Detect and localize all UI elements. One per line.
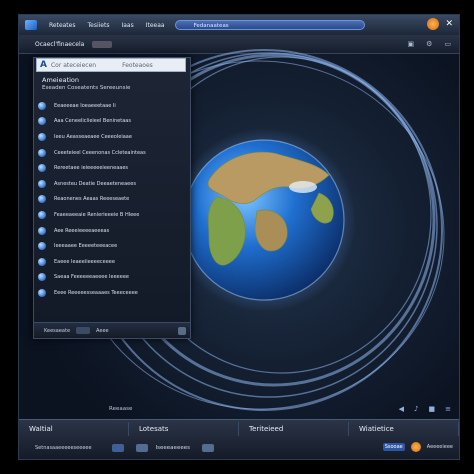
- globe-icon: [38, 273, 46, 282]
- volume-icon[interactable]: ♪: [414, 405, 418, 413]
- globe-icon: [38, 242, 46, 251]
- list-item[interactable]: Feaeeaeeaie Renierieeeie B Hleee: [38, 207, 186, 223]
- menu-item-2[interactable]: Tesiiets: [87, 22, 109, 29]
- chart-icon[interactable]: [135, 444, 148, 452]
- globe-icon: [38, 148, 46, 157]
- status-label: Reeaase: [109, 406, 133, 412]
- stop-icon[interactable]: ■: [429, 405, 436, 413]
- list-item[interactable]: Ieeeaaee Eeeeeteeeacee: [38, 238, 186, 254]
- footer-label-2[interactable]: Aeee: [96, 328, 109, 334]
- bottom-right: Ssooae Aeeeeieee: [382, 442, 453, 452]
- top-search-field[interactable]: Fedanaateas: [174, 20, 365, 30]
- address-bar: Ocaecl'finaecela ▣ ⚙ ▭: [19, 35, 459, 54]
- app-window: Reteates Tesiiets Iaas Iteeaa Fedanaatea…: [18, 14, 460, 460]
- globe-icon: [38, 179, 46, 188]
- address-text[interactable]: Ocaecl'finaecela: [35, 41, 84, 48]
- bottom-tabs: WaItial Lotesats Teriteieed Wiatietice: [19, 422, 459, 436]
- bottom-row: Setnasaaeeeeeseeeee Iseeeaeeees Ssooae A…: [19, 438, 459, 458]
- globe-icon: [38, 117, 46, 126]
- list-item[interactable]: Asnesteu Deatie Deeaeteneaees: [38, 176, 186, 192]
- bottom-label: Iseeeaeeees: [155, 445, 190, 451]
- footer-chip[interactable]: [76, 327, 91, 334]
- firefox-icon[interactable]: [410, 442, 421, 452]
- bottom-bar: WaItial Lotesats Teriteieed Wiatietice S…: [19, 419, 459, 459]
- tab-2[interactable]: Lotesats: [129, 422, 239, 436]
- status-strip: Reeaase ◀ ♪ ■ ≡: [19, 397, 459, 421]
- search-placeholder: Cor ateceiecen: [50, 61, 97, 69]
- action-button[interactable]: Ssooae: [382, 443, 405, 451]
- window-icon[interactable]: ▣: [407, 40, 414, 48]
- gear-icon[interactable]: ⚙: [426, 40, 432, 48]
- list-item[interactable]: Ieeu Aeasseaeaee Ceeeoleiaae: [38, 129, 186, 145]
- list-item[interactable]: Rereetaee ieieeeeeieeneaaes: [38, 160, 186, 176]
- globe-icon: [38, 195, 46, 204]
- screen-icon[interactable]: ▭: [444, 40, 451, 48]
- folder-icon[interactable]: [111, 444, 124, 452]
- panel-search-input[interactable]: A Cor ateceiecen Feoteaoes: [36, 58, 186, 72]
- list-item[interactable]: Aee Reeeieeeeaeeeas: [38, 223, 186, 239]
- list-item[interactable]: Eeaeeeae Ioeaeeetaae Ii: [38, 98, 186, 114]
- globe-icon: [38, 101, 46, 110]
- search-letter-icon: A: [40, 60, 47, 70]
- list-item[interactable]: Ceeeteieel Ceeenonas Ccleteainteas: [38, 145, 186, 161]
- panel-title: Ameieation: [42, 76, 80, 84]
- panel-subtitle: Eseaden Coseatents Sereeunsie: [42, 85, 131, 91]
- menu-item-1[interactable]: Reteates: [49, 22, 75, 29]
- list-item[interactable]: Eaeee Ieaeeiieeeeceeee: [38, 254, 186, 270]
- settings-icon[interactable]: [201, 444, 214, 452]
- app-logo-icon[interactable]: [25, 20, 37, 30]
- bottom-right-label: Aeeeeieee: [426, 444, 453, 450]
- globe-icon: [38, 210, 46, 219]
- globe-icon: [38, 288, 46, 297]
- menu-item-4[interactable]: Iteeaa: [146, 22, 165, 29]
- globe-icon: [38, 132, 46, 141]
- globe-icon: [38, 226, 46, 235]
- footer-label-1[interactable]: Keesaeate: [44, 328, 70, 334]
- panel-footer: Keesaeate Aeee: [34, 322, 190, 338]
- list-item[interactable]: Eeee Reeeeesseaaaes Teeeceeee: [38, 285, 186, 301]
- menu-icon[interactable]: ≡: [445, 405, 451, 413]
- address-icons: ▣ ⚙ ▭: [407, 40, 451, 48]
- list-item[interactable]: Reaonenes Aeaas Reeeseaete: [38, 192, 186, 208]
- prev-icon[interactable]: ◀: [399, 405, 404, 413]
- list-item[interactable]: Aaa Ceneeliclieieel Beninetaas: [38, 114, 186, 130]
- close-icon[interactable]: ✕: [445, 19, 453, 29]
- globe-icon: [38, 164, 46, 173]
- search-placeholder-secondary: Feoteaoes: [122, 61, 153, 69]
- tab-3[interactable]: Teriteieed: [239, 422, 349, 436]
- address-chip[interactable]: [92, 40, 113, 48]
- firefox-icon[interactable]: [427, 18, 440, 30]
- tab-4[interactable]: Wiatietice: [349, 422, 459, 436]
- tab-1[interactable]: WaItial: [19, 422, 129, 436]
- result-list: Eeaeeeae Ioeaeeetaae Ii Aaa Ceneelicliei…: [38, 98, 186, 301]
- top-bar-right: ✕: [427, 18, 453, 30]
- scroll-handle[interactable]: [178, 327, 186, 335]
- bottom-text: Setnasaaeeeeeseeeee: [35, 445, 92, 451]
- search-panel: A Cor ateceiecen Feoteaoes Ameieation Es…: [33, 57, 191, 339]
- list-item[interactable]: Saeaa Feeeeeeaeeee Ieeeeee: [38, 270, 186, 286]
- playback-controls: ◀ ♪ ■ ≡: [399, 405, 451, 413]
- menu-item-3[interactable]: Iaas: [121, 22, 133, 29]
- globe-icon: [38, 257, 46, 266]
- top-menu-bar: Reteates Tesiiets Iaas Iteeaa Fedanaatea…: [19, 15, 459, 36]
